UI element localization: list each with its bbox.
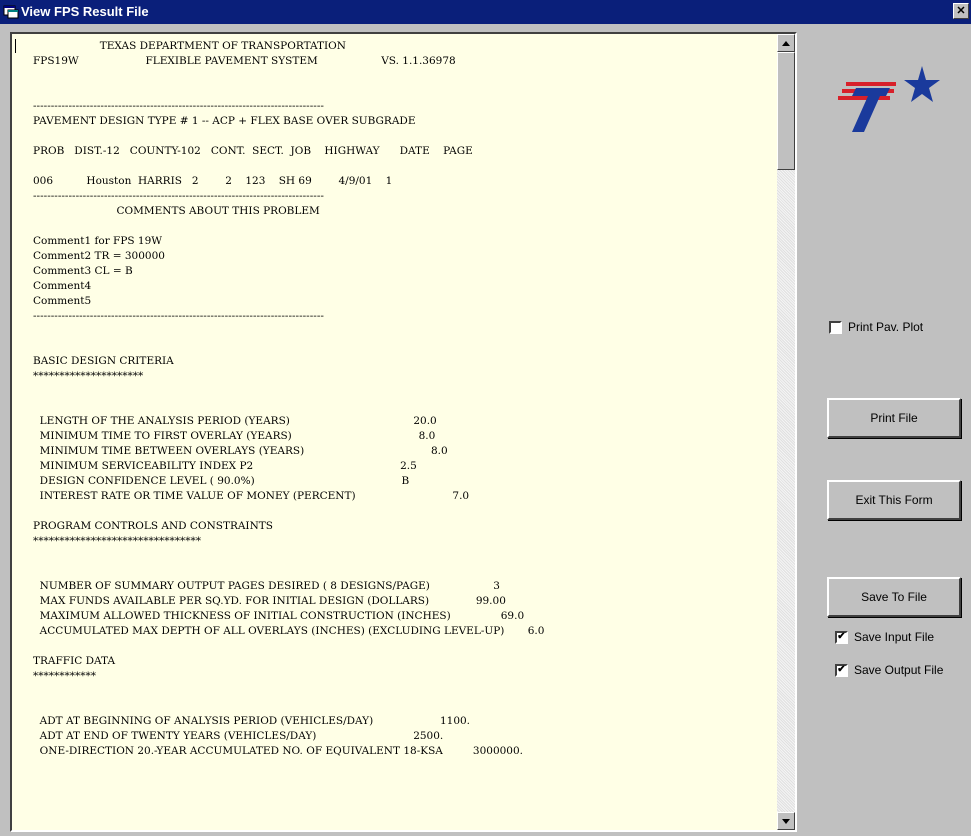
print-pav-plot-option[interactable]: Print Pav. Plot <box>829 320 923 334</box>
save-input-file-checkbox[interactable]: ✔ <box>835 630 848 644</box>
window-title: View FPS Result File <box>21 4 149 19</box>
arrow-up-icon <box>782 40 790 46</box>
save-input-file-option[interactable]: ✔ Save Input File <box>835 630 934 644</box>
scroll-down-button[interactable] <box>777 812 795 830</box>
save-input-file-label: Save Input File <box>854 630 935 644</box>
result-file-textbox[interactable]: TEXAS DEPARTMENT OF TRANSPORTATION FPS19… <box>10 32 797 832</box>
save-output-file-option[interactable]: ✔ Save Output File <box>835 663 943 677</box>
text-cursor <box>15 39 16 53</box>
print-pav-plot-checkbox[interactable] <box>829 320 842 334</box>
scroll-up-button[interactable] <box>777 34 795 52</box>
exit-form-button[interactable]: Exit This Form <box>827 480 961 520</box>
close-button[interactable]: ✕ <box>953 3 969 19</box>
print-pav-plot-label: Print Pav. Plot <box>848 320 924 334</box>
arrow-down-icon <box>782 818 790 824</box>
report-text: TEXAS DEPARTMENT OF TRANSPORTATION FPS19… <box>33 40 545 757</box>
fps-result-window: View FPS Result File ✕ TEXAS DEPARTMENT … <box>0 0 971 836</box>
vertical-scrollbar[interactable] <box>777 34 795 830</box>
scroll-thumb[interactable] <box>777 52 795 170</box>
save-output-file-label: Save Output File <box>854 663 944 677</box>
app-window-icon <box>3 5 19 19</box>
print-file-button[interactable]: Print File <box>827 398 961 438</box>
save-to-file-button[interactable]: Save To File <box>827 577 961 617</box>
close-icon: ✕ <box>956 4 966 17</box>
save-output-file-checkbox[interactable]: ✔ <box>835 663 848 677</box>
title-bar[interactable]: View FPS Result File ✕ <box>0 0 971 24</box>
txdot-logo <box>838 66 940 132</box>
